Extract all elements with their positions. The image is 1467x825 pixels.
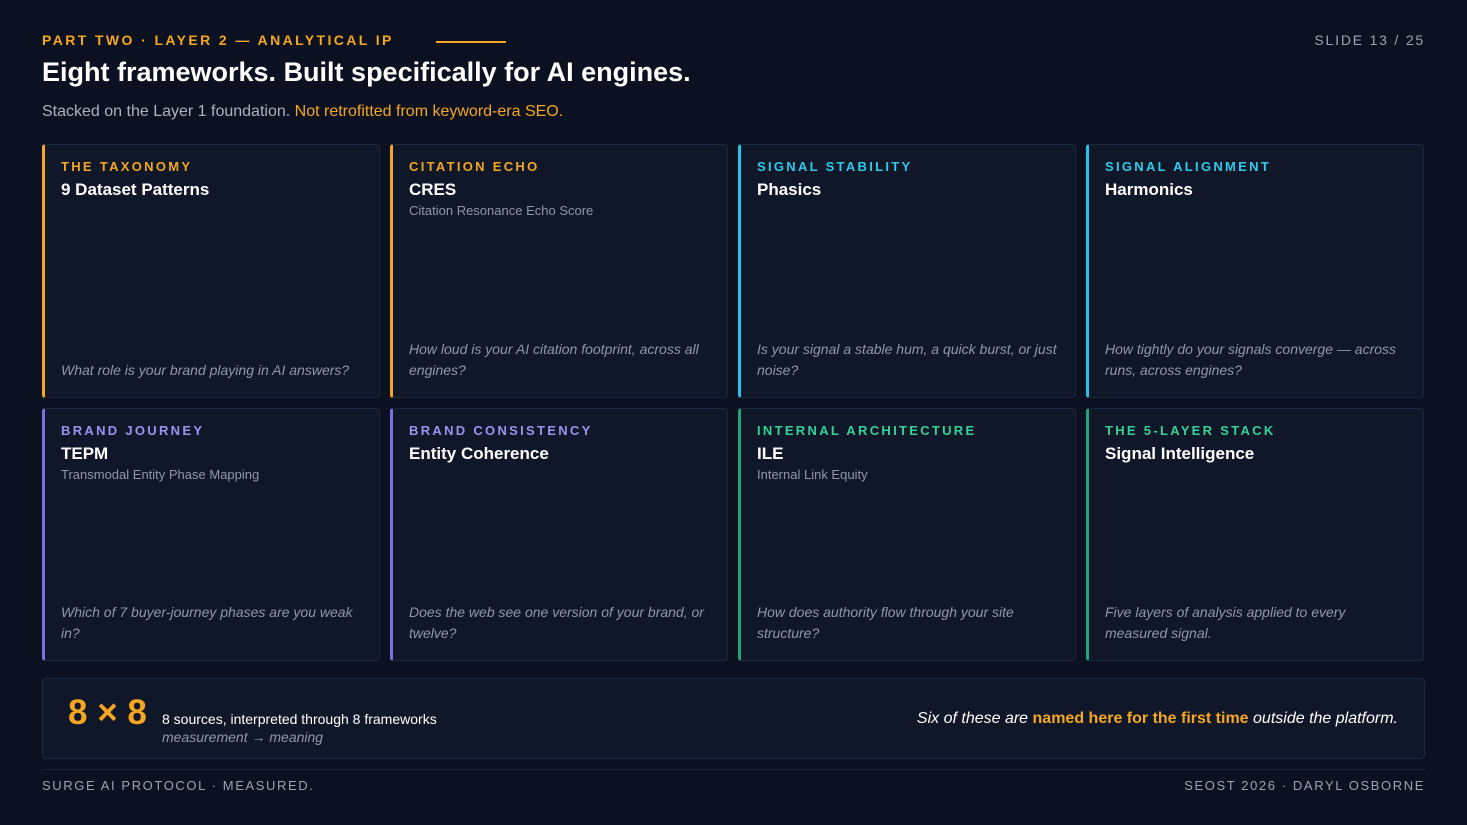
card-kicker: SIGNAL ALIGNMENT: [1105, 159, 1272, 174]
card-question: What role is your brand playing in AI an…: [61, 362, 350, 378]
slide-number: SLIDE 13 / 25: [1314, 32, 1425, 48]
summary-note-post: outside the platform.: [1253, 710, 1398, 727]
card-question: Which of 7 buyer-journey phases are you …: [61, 604, 353, 641]
summary-figure: 8 × 8: [68, 693, 147, 732]
summary-note: Six of these are named here for the firs…: [917, 710, 1398, 728]
card-fullname: Internal Link Equity: [757, 467, 868, 482]
summary-note-highlight: named here for the first time: [1032, 710, 1249, 727]
framework-card-brand-journey: BRAND JOURNEY TEPM Transmodal Entity Pha…: [42, 408, 380, 661]
card-question: How tightly do your signals converge — a…: [1105, 341, 1397, 378]
framework-card-brand-consistency: BRAND CONSISTENCY Entity Coherence Does …: [390, 408, 728, 661]
card-kicker: BRAND JOURNEY: [61, 423, 205, 438]
card-kicker: SIGNAL STABILITY: [757, 159, 913, 174]
framework-card-internal-architecture: INTERNAL ARCHITECTURE ILE Internal Link …: [738, 408, 1076, 661]
framework-card-taxonomy: THE TAXONOMY 9 Dataset Patterns What rol…: [42, 144, 380, 398]
card-name: ILE: [757, 444, 784, 463]
slide-title: Eight frameworks. Built specifically for…: [42, 57, 691, 87]
card-name: Signal Intelligence: [1105, 444, 1255, 463]
footer-brand: SURGE AI PROTOCOL · MEASURED.: [42, 778, 315, 793]
footer-credit: SEOST 2026 · DARYL OSBORNE: [1184, 778, 1425, 793]
card-name: Entity Coherence: [409, 444, 549, 463]
card-kicker: BRAND CONSISTENCY: [409, 423, 593, 438]
subtitle-plain: Stacked on the Layer 1 foundation.: [42, 103, 291, 120]
framework-card-signal-stability: SIGNAL STABILITY Phasics Is your signal …: [738, 144, 1076, 398]
card-kicker: THE TAXONOMY: [61, 159, 193, 174]
framework-grid: THE TAXONOMY 9 Dataset Patterns What rol…: [42, 144, 1424, 661]
summary-line: 8 sources, interpreted through 8 framewo…: [162, 711, 437, 727]
subtitle-accent: Not retrofitted from keyword-era SEO.: [294, 103, 564, 120]
card-kicker: THE 5-LAYER STACK: [1105, 423, 1276, 438]
card-name: Phasics: [757, 180, 822, 199]
card-kicker: INTERNAL ARCHITECTURE: [757, 423, 977, 438]
card-fullname: Transmodal Entity Phase Mapping: [61, 467, 260, 482]
summary-banner: 8 × 8 8 sources, interpreted through 8 f…: [42, 678, 1425, 759]
card-kicker: CITATION ECHO: [409, 159, 540, 174]
framework-card-signal-alignment: SIGNAL ALIGNMENT Harmonics How tightly d…: [1086, 144, 1424, 398]
summary-subline: measurement → meaning: [162, 729, 324, 745]
header-row: PART TWO · LAYER 2 — ANALYTICAL IP SLIDE…: [42, 32, 1425, 48]
card-question: How does authority flow through your sit…: [757, 604, 1014, 641]
card-name: Harmonics: [1105, 180, 1193, 199]
card-question: Does the web see one version of your bra…: [409, 604, 704, 641]
card-name: CRES: [409, 180, 457, 199]
section-eyebrow: PART TWO · LAYER 2 — ANALYTICAL IP: [42, 32, 394, 48]
card-question: Is your signal a stable hum, a quick bur…: [757, 341, 1057, 378]
framework-card-citation-echo: CITATION ECHO CRES Citation Resonance Ec…: [390, 144, 728, 398]
eyebrow-divider: [436, 41, 506, 43]
summary-note-pre: Six of these are: [916, 710, 1029, 727]
card-question: Five layers of analysis applied to every…: [1105, 604, 1346, 641]
card-name: 9 Dataset Patterns: [61, 180, 210, 199]
framework-card-five-layer-stack: THE 5-LAYER STACK Signal Intelligence Fi…: [1086, 408, 1424, 661]
card-name: TEPM: [61, 444, 109, 463]
slide-subtitle: Stacked on the Layer 1 foundation. Not r…: [42, 103, 563, 121]
card-fullname: Citation Resonance Echo Score: [409, 203, 594, 218]
card-question: How loud is your AI citation footprint, …: [409, 341, 699, 378]
footer-divider: [42, 769, 1425, 770]
